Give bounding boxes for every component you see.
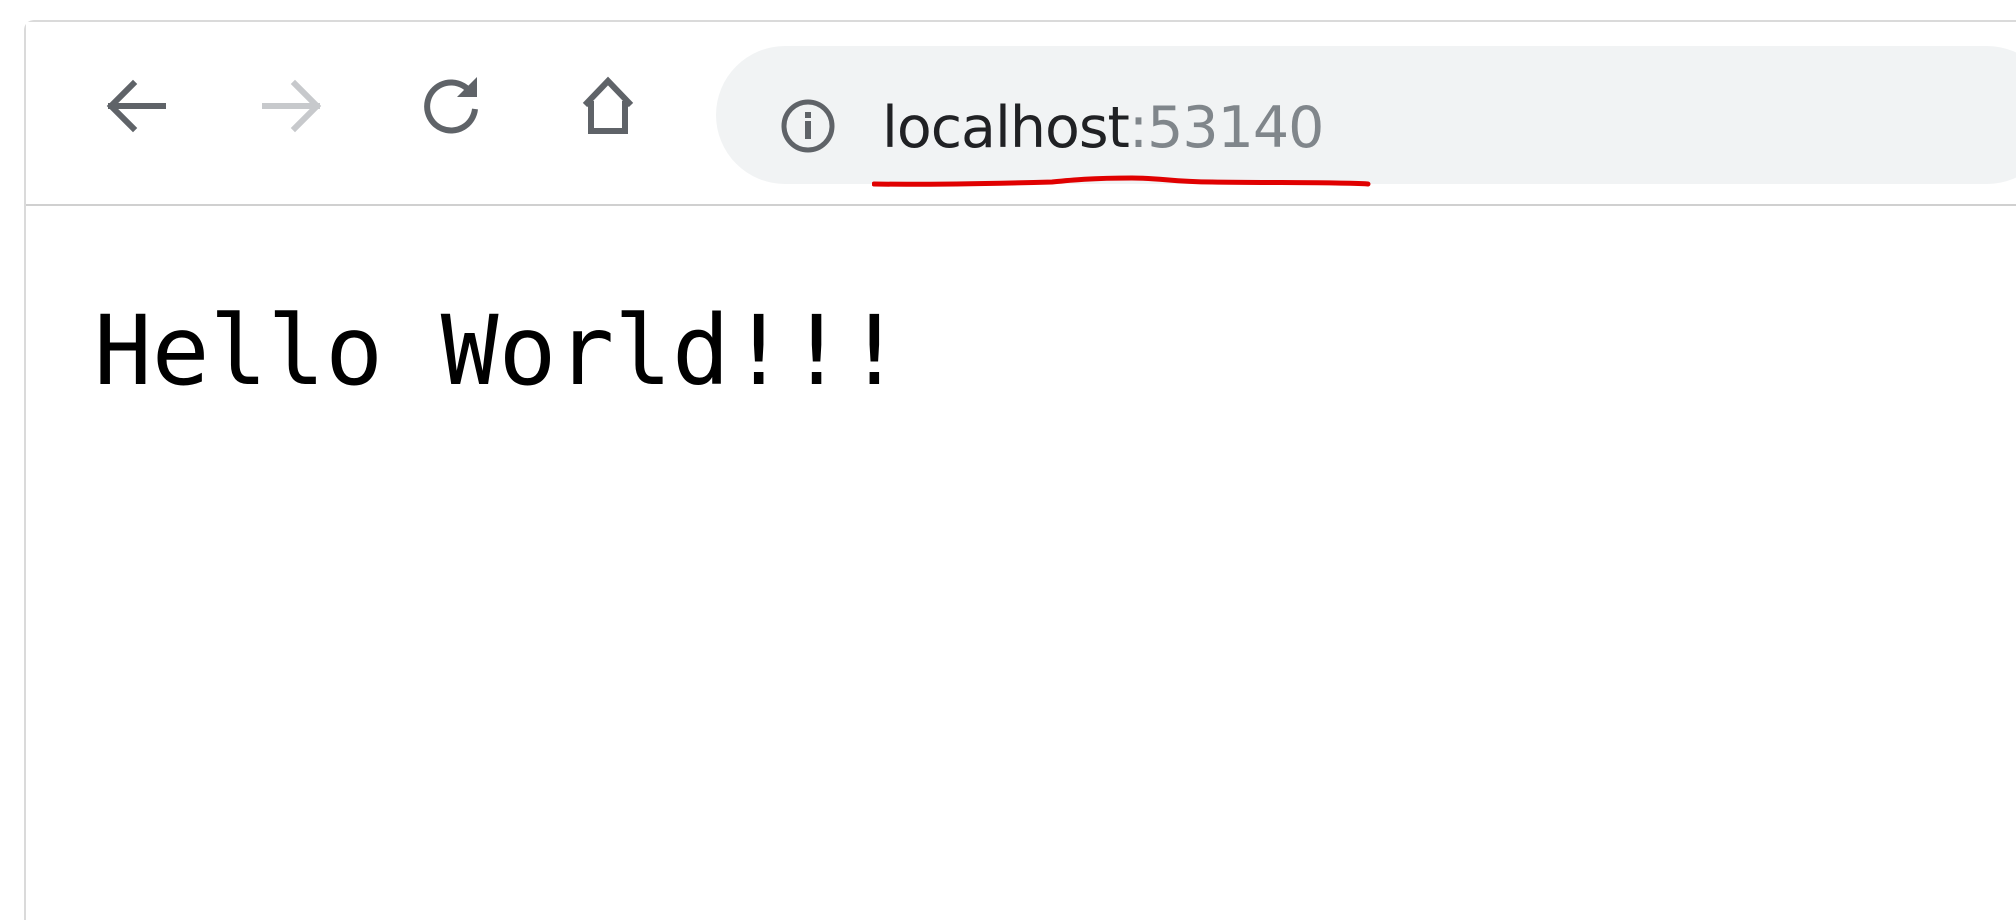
info-icon[interactable] — [780, 98, 836, 154]
hello-world-text: Hello World!!! — [94, 295, 904, 407]
red-underline-annotation — [872, 175, 1371, 187]
back-button[interactable] — [96, 66, 176, 146]
page-content: Hello World!!! — [26, 206, 2016, 922]
url-port: :53140 — [1128, 95, 1325, 161]
forward-button[interactable] — [252, 66, 332, 146]
browser-window: localhost:53140 Hello World!!! — [24, 20, 2016, 922]
url-host: localhost — [882, 95, 1130, 161]
url-text[interactable]: localhost:53140 — [882, 88, 1325, 168]
reload-icon — [424, 77, 478, 134]
arrow-right-icon — [262, 79, 322, 133]
home-icon — [582, 76, 634, 134]
reload-button[interactable] — [412, 66, 492, 146]
home-button[interactable] — [568, 66, 648, 146]
arrow-left-icon — [106, 79, 166, 133]
